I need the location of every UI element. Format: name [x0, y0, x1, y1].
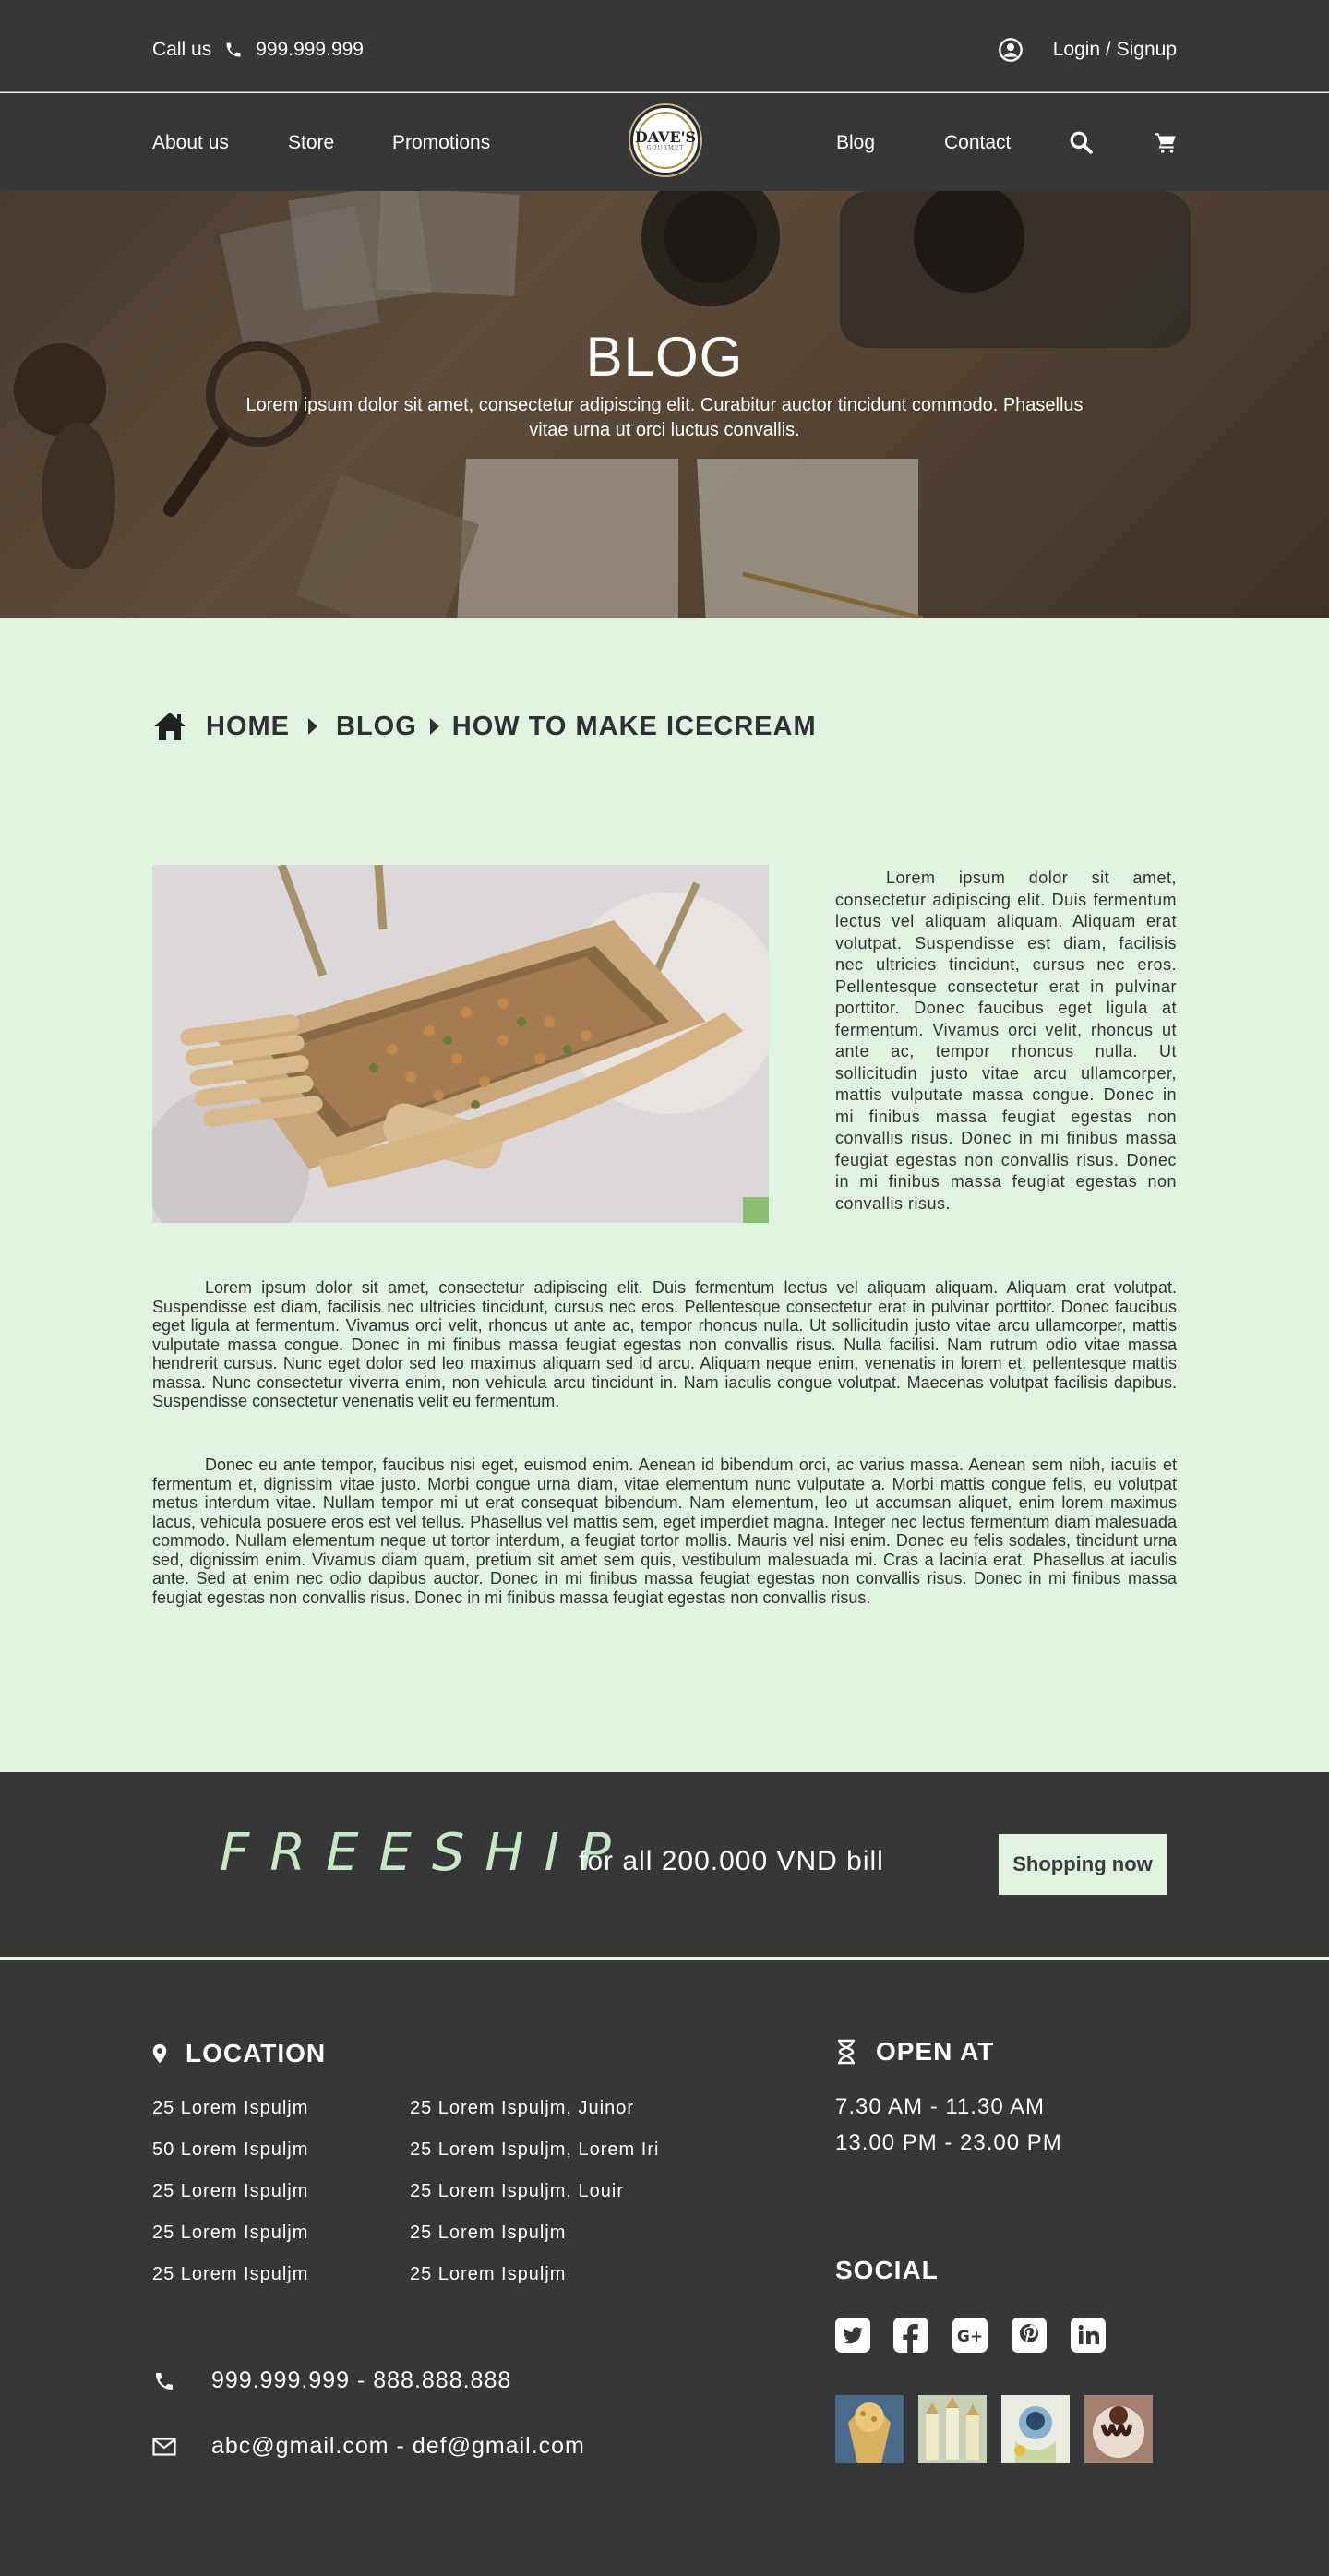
breadcrumb-arrow-icon — [429, 718, 439, 735]
envelope-icon — [152, 2437, 176, 2456]
breadcrumb-arrow-icon — [308, 718, 317, 735]
top-bar: Call us 999.999.999 Login / Signup — [0, 0, 1329, 92]
gallery-thumbnail[interactable] — [835, 2395, 904, 2463]
header-phone[interactable]: 999.999.999 — [256, 39, 364, 61]
hourglass-icon — [838, 2039, 855, 2065]
search-icon[interactable] — [1069, 130, 1093, 154]
call-us: Call us 999.999.999 — [152, 39, 364, 61]
facebook-icon[interactable] — [893, 2318, 928, 2353]
pinterest-icon[interactable] — [1012, 2318, 1047, 2353]
map-pin-icon — [152, 2043, 167, 2064]
location-item: 25 Lorem Ispuljm — [152, 2264, 309, 2284]
location-item: 25 Lorem Ispuljm, Juinor — [410, 2098, 634, 2118]
article-side-text: Lorem ipsum dolor sit amet, consectetur … — [835, 869, 1177, 1213]
article-image — [152, 865, 769, 1223]
nav-contact[interactable]: Contact — [944, 132, 1011, 154]
shopping-now-button[interactable]: Shopping now — [999, 1834, 1167, 1895]
location-heading: LOCATION — [152, 2039, 326, 2068]
freeship-word: FREESHIP — [220, 1823, 631, 1883]
location-item: 25 Lorem Ispuljm — [152, 2098, 309, 2118]
article-paragraph-2: Donec eu ante tempor, faucibus nisi eget… — [152, 1456, 1177, 1607]
social-title: SOCIAL — [835, 2256, 939, 2284]
linkedin-icon[interactable] — [1071, 2318, 1106, 2353]
site-logo[interactable]: DAVE'S GOURMET — [630, 105, 700, 175]
breadcrumb-home[interactable]: HOME — [206, 712, 290, 742]
page-subtitle: Lorem ipsum dolor sit amet, consectetur … — [245, 395, 1084, 440]
location-item: 50 Lorem Ispuljm — [152, 2139, 309, 2160]
hero-banner: BLOG Lorem ipsum dolor sit amet, consect… — [0, 191, 1329, 618]
location-item: 25 Lorem Ispuljm, Lorem Iri — [410, 2139, 660, 2160]
nav-about[interactable]: About us — [152, 132, 229, 154]
breadcrumb-current: HOW TO MAKE ICECREAM — [451, 711, 817, 741]
footer-email-row: abc@gmail.com - def@gmail.com — [152, 2433, 585, 2460]
social-heading: SOCIAL — [835, 2256, 939, 2285]
google-plus-icon[interactable]: G+ — [952, 2318, 988, 2353]
footer-email[interactable]: abc@gmail.com - def@gmail.com — [211, 2433, 585, 2460]
location-item: 25 Lorem Ispuljm — [410, 2264, 567, 2284]
footer: LOCATION 25 Lorem Ispuljm 50 Lorem Ispul… — [0, 1960, 1329, 2576]
bird-feeder-image — [152, 865, 769, 1223]
article-paragraph-1: Lorem ipsum dolor sit amet, consectetur … — [152, 1278, 1177, 1410]
page-title: BLOG — [585, 326, 744, 388]
footer-phone-row: 999.999.999 - 888.888.888 — [152, 2367, 511, 2394]
open-at-title: OPEN AT — [876, 2037, 995, 2066]
main-nav: About us Store Promotions DAVE'S GOURMET… — [0, 93, 1329, 191]
twitter-icon[interactable] — [835, 2318, 870, 2353]
logo-badge: DAVE'S GOURMET — [634, 112, 697, 169]
freeship-text: for all 200.000 VND bill — [579, 1846, 884, 1876]
call-label: Call us — [152, 39, 212, 60]
nav-store[interactable]: Store — [288, 132, 334, 154]
freeship-banner: FREESHIP for all 200.000 VND bill Shoppi… — [0, 1772, 1329, 1957]
gallery-thumbnail[interactable] — [1001, 2395, 1070, 2463]
nav-blog[interactable]: Blog — [836, 132, 875, 154]
location-item: 25 Lorem Ispuljm — [152, 2223, 309, 2243]
open-time: 7.30 AM - 11.30 AM — [835, 2094, 1046, 2119]
gallery-thumbnail[interactable] — [918, 2395, 987, 2463]
location-item: 25 Lorem Ispuljm — [410, 2223, 567, 2243]
svg-text:G+: G+ — [957, 2328, 983, 2346]
breadcrumb: HOME BLOG HOW TO MAKE ICECREAM — [152, 711, 817, 742]
cart-icon[interactable] — [1154, 130, 1178, 154]
user-icon — [998, 38, 1023, 62]
location-item: 25 Lorem Ispuljm — [152, 2181, 309, 2201]
footer-phone[interactable]: 999.999.999 - 888.888.888 — [211, 2367, 511, 2394]
open-time: 13.00 PM - 23.00 PM — [835, 2130, 1062, 2155]
location-title: LOCATION — [186, 2039, 327, 2067]
login-signup[interactable]: Login / Signup — [998, 37, 1177, 63]
phone-icon — [156, 2372, 173, 2390]
phone-icon — [226, 42, 241, 57]
home-icon[interactable] — [152, 711, 187, 742]
logo-sub: GOURMET — [646, 144, 685, 151]
location-item: 25 Lorem Ispuljm, Louir — [410, 2181, 624, 2201]
gallery-thumbnail[interactable] — [1084, 2395, 1153, 2463]
login-link[interactable]: Login / Signup — [1053, 39, 1177, 61]
logo-name: DAVE'S — [634, 127, 697, 146]
open-at-heading: OPEN AT — [835, 2037, 994, 2067]
breadcrumb-blog[interactable]: BLOG — [336, 712, 417, 742]
nav-promotions[interactable]: Promotions — [392, 132, 490, 154]
